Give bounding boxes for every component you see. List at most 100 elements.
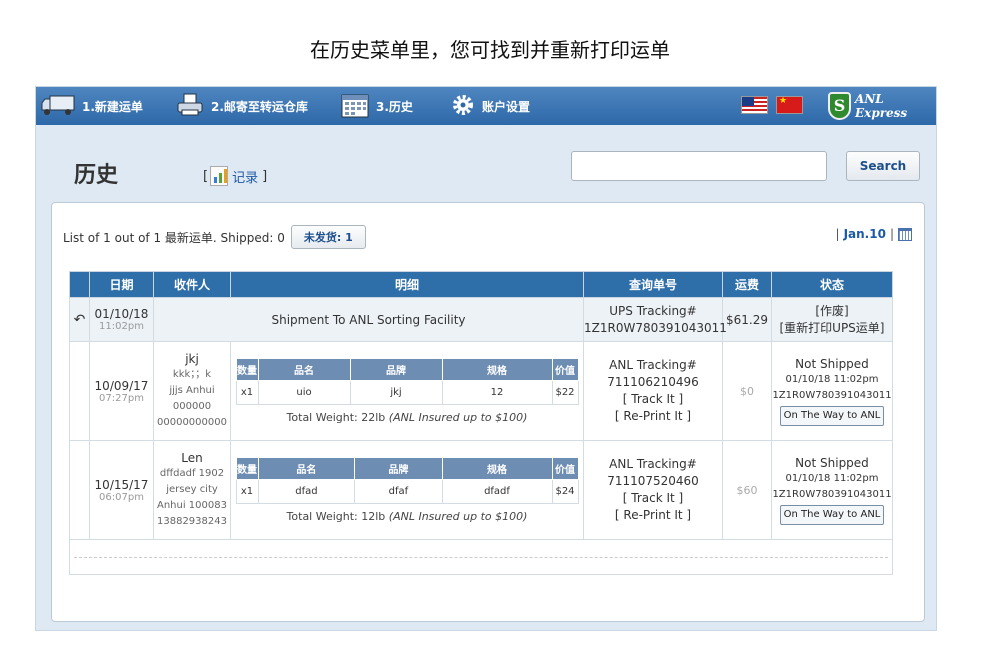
- reprint-ups-link[interactable]: [重新打印UPS运单]: [772, 320, 892, 337]
- spacer-cell: [69, 440, 90, 540]
- app-window: 1.新建运单 2.邮寄至转运仓库 3.历史 账户设置 S ANL Express: [35, 86, 937, 631]
- detail-cell: Shipment To ANL Sorting Facility: [153, 297, 584, 342]
- search-button[interactable]: Search: [846, 151, 920, 181]
- status-tracking: 1Z1R0W780391043011: [772, 390, 892, 401]
- item-spec: 12: [441, 380, 553, 405]
- unshipped-button[interactable]: 未发货: 1: [290, 225, 366, 249]
- tracking-cell: ANL Tracking# 711107520460 [ Track It ] …: [583, 440, 723, 540]
- calendar-icon: [341, 92, 369, 121]
- items-header-name: 品名: [257, 358, 351, 381]
- items-header-spec: 规格: [441, 457, 553, 480]
- nav-new-shipment[interactable]: 1.新建运单: [41, 87, 143, 125]
- table-row: 10/09/17 07:27pm jkj kkk；；k jjjs Anhui 0…: [69, 341, 893, 441]
- brand-name: ANL Express: [855, 92, 908, 120]
- item-spec: dfadf: [441, 479, 553, 504]
- spacer-cell: [69, 341, 90, 441]
- col-header-recipient: 收件人: [153, 271, 231, 298]
- date: 10/09/17: [94, 378, 149, 393]
- table-footer-row: [69, 539, 893, 575]
- track-it-link[interactable]: [ Track It ]: [584, 490, 722, 507]
- items-header-row: 数量 品名 品牌 规格 价值: [235, 358, 579, 381]
- time: 11:02pm: [99, 321, 144, 332]
- address-line: dffdadf 1902: [159, 468, 225, 479]
- fee-cell: $60: [722, 440, 772, 540]
- table-row: 10/15/17 06:07pm Len dffdadf 1902 jersey…: [69, 440, 893, 540]
- items-table: 数量 品名 品牌 规格 价值 x1 uio jkj 12 $22: [235, 358, 579, 405]
- tracking-label: UPS Tracking#: [609, 303, 697, 318]
- history-panel: List of 1 out of 1 最新运单. Shipped: 0 未发货:…: [51, 202, 925, 622]
- weight-text: Total Weight: 12lb: [286, 510, 386, 523]
- month-selector: | Jan.10 |: [836, 227, 912, 241]
- item-name: dfad: [257, 479, 356, 504]
- items-header-row: 数量 品名 品牌 规格 价值: [235, 457, 579, 480]
- china-flag-icon[interactable]: [776, 96, 803, 114]
- top-navbar: 1.新建运单 2.邮寄至转运仓库 3.历史 账户设置 S ANL Express: [36, 87, 936, 125]
- nav-history[interactable]: 3.历史: [341, 87, 413, 125]
- us-flag-icon[interactable]: [741, 96, 768, 114]
- on-the-way-button[interactable]: On The Way to ANL: [779, 505, 885, 525]
- on-the-way-button[interactable]: On The Way to ANL: [779, 406, 885, 426]
- item-row: x1 dfad dfaf dfadf $24: [235, 479, 579, 504]
- reprint-link[interactable]: [ Re-Print It ]: [584, 408, 722, 425]
- search-input[interactable]: [571, 151, 827, 181]
- track-it-link[interactable]: [ Track It ]: [584, 391, 722, 408]
- shipment-table: 日期 收件人 明细 查询单号 运费 状态 ↶ 01/10/18 11:02pm …: [69, 271, 893, 575]
- item-qty: x1: [235, 380, 259, 405]
- void-link[interactable]: [作废]: [772, 303, 892, 320]
- reprint-link[interactable]: [ Re-Print It ]: [584, 507, 722, 524]
- bar-chart-icon[interactable]: [210, 166, 229, 186]
- address-line: 13882938243: [157, 516, 227, 527]
- detail-cell: 数量 品名 品牌 规格 价值 x1 dfad dfaf dfadf $24 To…: [230, 440, 584, 540]
- separator: |: [889, 227, 894, 241]
- items-header-name: 品名: [257, 457, 356, 480]
- date-cell: 01/10/18 11:02pm: [89, 297, 154, 342]
- detail-cell: 数量 品名 品牌 规格 价值 x1 uio jkj 12 $22 Total W…: [230, 341, 584, 441]
- col-header-status: 状态: [771, 271, 893, 298]
- tracking-label: ANL Tracking#: [609, 457, 697, 471]
- address-line: Anhui 100083: [157, 500, 227, 511]
- status-cell: Not Shipped 01/10/18 11:02pm 1Z1R0W78039…: [771, 341, 893, 441]
- status-time: 01/10/18 11:02pm: [785, 473, 879, 484]
- items-header-brand: 品牌: [349, 358, 443, 381]
- col-header-date: 日期: [89, 271, 154, 298]
- recipient-cell: Len dffdadf 1902 jersey city Anhui 10008…: [153, 440, 231, 540]
- items-header-qty: 数量: [235, 457, 259, 480]
- recipient-name: jkj: [185, 352, 199, 366]
- list-summary: List of 1 out of 1 最新运单. Shipped: 0 未发货:…: [63, 225, 366, 249]
- month-link[interactable]: Jan.10: [844, 227, 886, 241]
- item-value: $22: [551, 380, 579, 405]
- col-header-detail: 明细: [230, 271, 584, 298]
- tracking-label: ANL Tracking#: [609, 358, 697, 372]
- time: 07:27pm: [99, 392, 144, 404]
- total-weight: Total Weight: 12lb (ANL Insured up to $1…: [231, 510, 583, 523]
- status-cell: [作废] [重新打印UPS运单]: [771, 297, 893, 342]
- status-text: Not Shipped: [795, 357, 869, 371]
- footer-cell: [69, 539, 893, 575]
- item-qty: x1: [235, 479, 259, 504]
- items-table: 数量 品名 品牌 规格 价值 x1 dfad dfaf dfadf $24: [235, 457, 579, 504]
- fee-cell: $61.29: [722, 297, 772, 342]
- tracking-cell: ANL Tracking# 711106210496 [ Track It ] …: [583, 341, 723, 441]
- nav-account-settings[interactable]: 账户设置: [451, 87, 530, 125]
- address-line: 00000000000: [157, 417, 227, 428]
- printer-icon: [176, 93, 204, 120]
- date-cell: 10/15/17 06:07pm: [89, 440, 154, 540]
- truck-icon: [41, 94, 75, 119]
- items-header-value: 价值: [551, 358, 579, 381]
- ups-tracking-number[interactable]: 1Z1R0W780391043011: [584, 320, 727, 337]
- total-weight: Total Weight: 22lb (ANL Insured up to $1…: [231, 411, 583, 424]
- records-link[interactable]: 记录: [232, 167, 258, 186]
- collapse-arrow-icon[interactable]: ↶: [69, 297, 90, 342]
- dashed-divider: [74, 556, 888, 558]
- time: 06:07pm: [99, 491, 144, 503]
- col-header-fee: 运费: [722, 271, 772, 298]
- brand-logo: S ANL Express: [828, 90, 936, 122]
- fee-cell: $0: [722, 341, 772, 441]
- nav-label: 账户设置: [482, 99, 531, 114]
- items-header-brand: 品牌: [354, 457, 443, 480]
- nav-mail-to-warehouse[interactable]: 2.邮寄至转运仓库: [176, 87, 308, 125]
- table-header-row: 日期 收件人 明细 查询单号 运费 状态: [69, 271, 893, 298]
- gear-icon: [451, 93, 475, 120]
- shield-logo-icon: S: [828, 92, 852, 120]
- calendar-icon[interactable]: [898, 227, 912, 241]
